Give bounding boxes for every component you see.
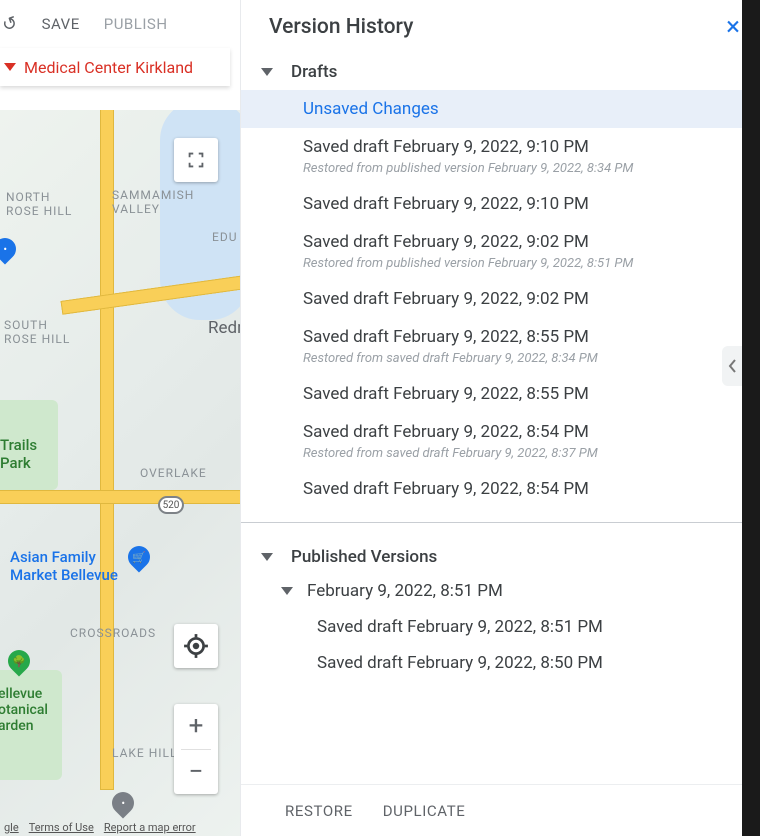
chevron-left-icon [727, 358, 737, 374]
panel-body: Drafts Unsaved Changes Saved draft Febru… [241, 54, 760, 784]
draft-entry-label: Saved draft February 9, 2022, 9:10 PM [303, 194, 589, 214]
map-label: LAKE HILL [112, 746, 177, 760]
draft-entry[interactable]: Saved draft February 9, 2022, 9:02 PM Re… [241, 223, 760, 280]
my-location-button[interactable] [174, 624, 218, 668]
fullscreen-icon [185, 149, 207, 171]
draft-entry-label: Saved draft February 9, 2022, 8:54 PM [303, 422, 589, 442]
draft-entry[interactable]: Saved draft February 9, 2022, 8:54 PM Re… [241, 413, 760, 470]
map-label: CROSSROADS [70, 626, 156, 640]
draft-entry[interactable]: Unsaved Changes [241, 90, 760, 128]
map-label: EDU [212, 230, 237, 244]
published-section-label: Published Versions [291, 547, 437, 567]
restore-button[interactable]: RESTORE [285, 802, 353, 820]
map-label: SOUTH ROSE HILL [4, 318, 70, 346]
drafts-section-label: Drafts [291, 62, 337, 82]
map-poi-label: Asian Family Market Bellevue [10, 548, 118, 584]
duplicate-button[interactable]: DUPLICATE [383, 802, 466, 820]
zoom-out-button[interactable]: − [174, 750, 218, 795]
published-group-date: February 9, 2022, 8:51 PM [307, 581, 503, 601]
draft-entry-label: Saved draft February 9, 2022, 9:10 PM [303, 137, 589, 157]
draft-entry[interactable]: Saved draft February 9, 2022, 8:55 PM [241, 375, 760, 413]
draft-entry-label: Saved draft February 9, 2022, 8:55 PM [303, 384, 589, 404]
map-label: OVERLAKE [140, 466, 207, 480]
version-history-panel: Version History × Drafts Unsaved Changes… [240, 0, 760, 836]
draft-entry-sub: Restored from published version February… [303, 161, 744, 176]
terms-link[interactable]: Terms of Use [29, 821, 94, 834]
map-label: NORTH ROSE HILL [6, 190, 72, 218]
target-icon [183, 633, 209, 659]
side-collapse-handle[interactable] [722, 346, 742, 386]
publish-button[interactable]: PUBLISH [104, 15, 168, 33]
map-canvas[interactable]: NORTH ROSE HILL SAMMAMISH VALLEY EDU SOU… [0, 110, 240, 836]
map-park-label: ellevue otanical arden [0, 686, 48, 734]
store-pin-icon[interactable]: • [0, 233, 21, 264]
draft-entry-label: Saved draft February 9, 2022, 8:55 PM [303, 327, 589, 347]
route-shield: 520 [158, 496, 184, 514]
map-park-label: Trails Park [0, 436, 37, 472]
published-group-header[interactable]: February 9, 2022, 8:51 PM [241, 575, 760, 609]
chevron-down-icon [4, 63, 16, 71]
google-credit: gle [4, 821, 19, 834]
section-divider [241, 522, 760, 523]
selected-item-label: Medical Center Kirkland [24, 58, 193, 77]
map-road [0, 490, 240, 504]
published-entry[interactable]: Saved draft February 9, 2022, 8:50 PM [241, 645, 760, 681]
drafts-section-header[interactable]: Drafts [241, 54, 760, 90]
store-pin-icon[interactable]: 🛒 [123, 541, 154, 572]
panel-actions: RESTORE DUPLICATE [241, 784, 760, 836]
draft-entry[interactable]: Saved draft February 9, 2022, 9:10 PM [241, 185, 760, 223]
panel-title: Version History [269, 15, 413, 39]
close-button[interactable]: × [726, 12, 740, 42]
chevron-down-icon[interactable] [281, 587, 293, 595]
window-frame-edge [742, 0, 760, 836]
zoom-in-button[interactable]: + [174, 704, 218, 749]
draft-entry[interactable]: Saved draft February 9, 2022, 8:54 PM [241, 470, 760, 508]
draft-entry-label: Unsaved Changes [303, 99, 439, 119]
published-entry-label: Saved draft February 9, 2022, 8:51 PM [317, 617, 603, 637]
panel-header: Version History × [241, 0, 760, 54]
save-button[interactable]: SAVE [42, 15, 80, 33]
published-section-header[interactable]: Published Versions [241, 539, 760, 575]
draft-entry-sub: Restored from saved draft February 9, 20… [303, 351, 744, 366]
report-error-link[interactable]: Report a map error [104, 821, 196, 834]
zoom-control: + − [174, 704, 218, 794]
pin-icon[interactable]: • [107, 787, 138, 818]
draft-entry-label: Saved draft February 9, 2022, 8:54 PM [303, 479, 589, 499]
draft-entry[interactable]: Saved draft February 9, 2022, 8:55 PM Re… [241, 318, 760, 375]
toolbar: ↻ SAVE PUBLISH [0, 0, 260, 48]
context-bar[interactable]: Medical Center Kirkland [0, 48, 230, 86]
draft-entry-label: Saved draft February 9, 2022, 9:02 PM [303, 232, 589, 252]
draft-entry-label: Saved draft February 9, 2022, 9:02 PM [303, 289, 589, 309]
published-entry[interactable]: Saved draft February 9, 2022, 8:51 PM [241, 609, 760, 645]
published-entry-label: Saved draft February 9, 2022, 8:50 PM [317, 653, 603, 673]
fullscreen-button[interactable] [174, 138, 218, 182]
map-attribution: gle Terms of Use Report a map error [0, 821, 200, 834]
chevron-down-icon[interactable] [261, 553, 273, 561]
draft-entry-sub: Restored from saved draft February 9, 20… [303, 446, 744, 461]
draft-entry[interactable]: Saved draft February 9, 2022, 9:02 PM [241, 280, 760, 318]
draft-entry-sub: Restored from published version February… [303, 256, 744, 271]
draft-entry[interactable]: Saved draft February 9, 2022, 9:10 PM Re… [241, 128, 760, 185]
map-city-label: Redm [208, 318, 240, 338]
map-label: SAMMAMISH VALLEY [112, 188, 194, 216]
redo-icon[interactable]: ↻ [0, 11, 21, 36]
chevron-down-icon[interactable] [261, 68, 273, 76]
